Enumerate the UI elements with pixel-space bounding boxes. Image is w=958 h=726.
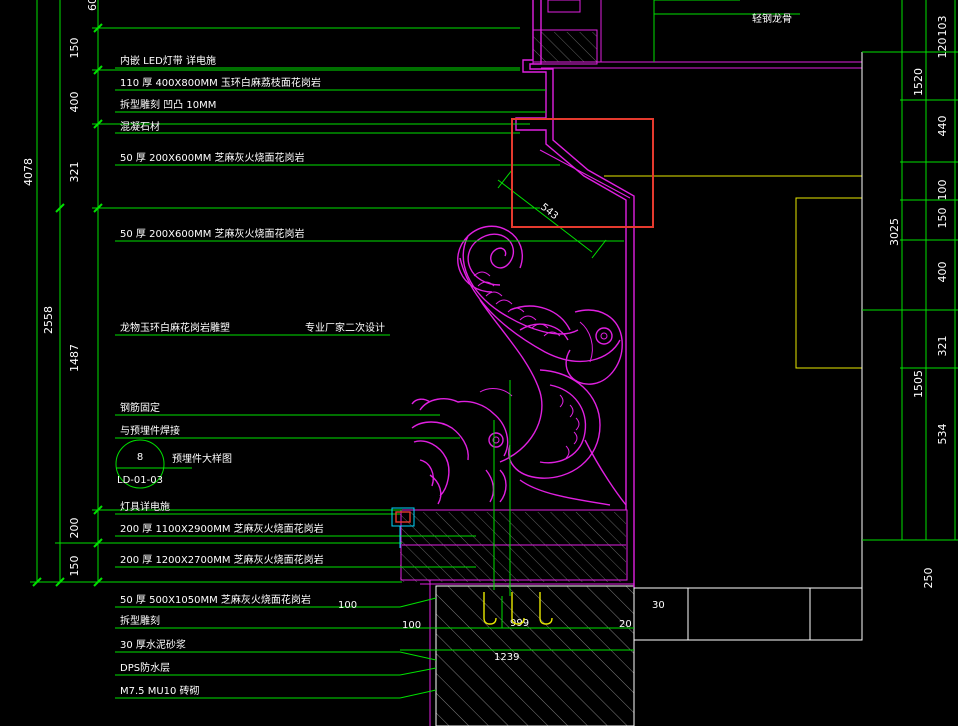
note-lighting: 灯具详电施 <box>120 500 170 513</box>
dim-103: 103 <box>936 16 949 37</box>
detail-callout: 8 LD-01-03 预埋件大样图 <box>115 439 232 489</box>
dim-1505: 1505 <box>912 370 925 398</box>
bottom-dim-100-a: 100 <box>338 600 357 611</box>
dim-4078: 4078 <box>22 158 35 186</box>
bottom-dim-1239: 1239 <box>494 652 519 663</box>
dim-400: 400 <box>68 92 81 113</box>
dim-100: 100 <box>936 180 949 201</box>
callout-number: 8 <box>137 452 143 463</box>
note-secondary-design: 专业厂家二次设计 <box>305 321 385 334</box>
top-labels: 轻钢龙骨 60 <box>86 0 792 25</box>
note-mortar: 30 厚水泥砂浆 <box>120 638 186 651</box>
dim-150-bottom: 150 <box>68 556 81 577</box>
top-dim-60: 60 <box>86 0 99 11</box>
note-brick: M7.5 MU10 砖砌 <box>120 684 200 697</box>
note-base-slab-1: 200 厚 1100X2900MM 芝麻灰火烧面花岗岩 <box>120 522 324 535</box>
bottom-dim-100-b: 100 <box>402 620 421 631</box>
dim-400-right: 400 <box>936 262 949 283</box>
dim-150: 150 <box>936 208 949 229</box>
dim-200: 200 <box>68 518 81 539</box>
dim-1487: 1487 <box>68 344 81 372</box>
bottom-dim-20: 20 <box>619 619 632 630</box>
note-led-strip: 内嵌 LED灯带 详电施 <box>120 54 216 67</box>
dim-150-top: 150 <box>68 38 81 59</box>
right-dimensions: 1520 3025 1505 120 103 440 100 150 400 3… <box>862 0 958 589</box>
note-weld: 与预埋件焊接 <box>120 424 180 437</box>
dim-440: 440 <box>936 116 949 137</box>
right-frames <box>633 52 863 641</box>
note-rebar: 钢筋固定 <box>120 401 160 414</box>
bottom-dim-30: 30 <box>652 600 665 611</box>
note-grey-granite-1: 50 厚 200X600MM 芝麻灰火烧面花岗岩 <box>120 151 305 164</box>
note-carving-2: 拆型雕刻 <box>120 614 160 627</box>
slope-dimension: 543 <box>497 169 607 259</box>
yellow-lines <box>604 175 863 369</box>
note-carving: 拆型雕刻 凹凸 10MM <box>120 98 216 111</box>
top-note-keel: 轻钢龙骨 <box>752 12 792 25</box>
facade-profile <box>515 0 862 588</box>
note-grey-granite-2: 50 厚 200X600MM 芝麻灰火烧面花岗岩 <box>120 227 305 240</box>
dim-321-right: 321 <box>936 336 949 357</box>
callout-label: 预埋件大样图 <box>172 452 232 465</box>
cad-drawing: 4078 2558 150 400 321 1487 200 150 1520 … <box>22 0 958 726</box>
dim-534: 534 <box>936 424 949 445</box>
note-composite-stone: 混凝石材 <box>120 120 160 133</box>
dim-250: 250 <box>922 568 935 589</box>
dragon-sculpture <box>411 225 627 506</box>
dim-3025: 3025 <box>888 218 901 246</box>
note-waterproof: DPS防水层 <box>120 661 170 674</box>
dim-1520: 1520 <box>912 68 925 96</box>
callout-ref: LD-01-03 <box>117 475 163 486</box>
note-paving: 50 厚 500X1050MM 芝麻灰火烧面花岗岩 <box>120 593 311 606</box>
dim-2558: 2558 <box>42 306 55 334</box>
note-sculpture: 龙物玉环白麻花岗岩雕塑 <box>120 321 230 334</box>
note-white-granite: 110 厚 400X800MM 玉环白麻荔枝面花岗岩 <box>120 76 321 89</box>
dim-321: 321 <box>68 162 81 183</box>
note-base-slab-2: 200 厚 1200X2700MM 芝麻灰火烧面花岗岩 <box>120 553 324 566</box>
dim-120: 120 <box>936 38 949 59</box>
